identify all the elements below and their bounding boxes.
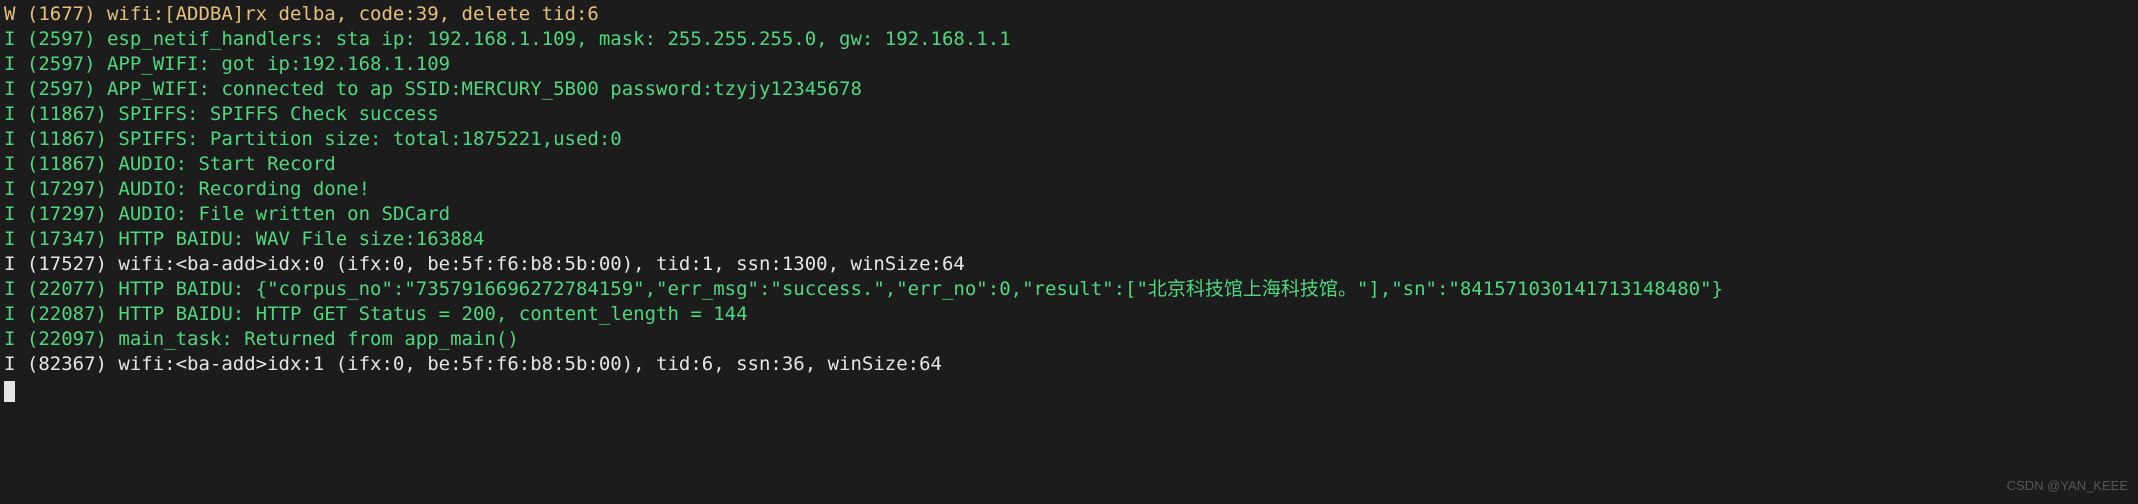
log-line: I (17297) AUDIO: Recording done! bbox=[4, 177, 2134, 202]
log-line: I (82367) wifi:<ba-add>idx:1 (ifx:0, be:… bbox=[4, 352, 2134, 377]
log-line: I (2597) esp_netif_handlers: sta ip: 192… bbox=[4, 27, 2134, 52]
log-line: I (17527) wifi:<ba-add>idx:0 (ifx:0, be:… bbox=[4, 252, 2134, 277]
log-line: I (22097) main_task: Returned from app_m… bbox=[4, 327, 2134, 352]
log-line: I (17347) HTTP BAIDU: WAV File size:1638… bbox=[4, 227, 2134, 252]
terminal-log-output[interactable]: W (1677) wifi:[ADDBA]rx delba, code:39, … bbox=[0, 0, 2138, 379]
log-line: I (2597) APP_WIFI: got ip:192.168.1.109 bbox=[4, 52, 2134, 77]
log-line: I (17297) AUDIO: File written on SDCard bbox=[4, 202, 2134, 227]
terminal-cursor bbox=[4, 381, 15, 402]
log-line: I (11867) SPIFFS: SPIFFS Check success bbox=[4, 102, 2134, 127]
log-line: I (22077) HTTP BAIDU: {"corpus_no":"7357… bbox=[4, 277, 2134, 302]
log-line: I (2597) APP_WIFI: connected to ap SSID:… bbox=[4, 77, 2134, 102]
log-line: I (22087) HTTP BAIDU: HTTP GET Status = … bbox=[4, 302, 2134, 327]
watermark-text: CSDN @YAN_KEEE bbox=[2007, 473, 2128, 498]
log-line: I (11867) SPIFFS: Partition size: total:… bbox=[4, 127, 2134, 152]
log-line: I (11867) AUDIO: Start Record bbox=[4, 152, 2134, 177]
log-line: W (1677) wifi:[ADDBA]rx delba, code:39, … bbox=[4, 2, 2134, 27]
